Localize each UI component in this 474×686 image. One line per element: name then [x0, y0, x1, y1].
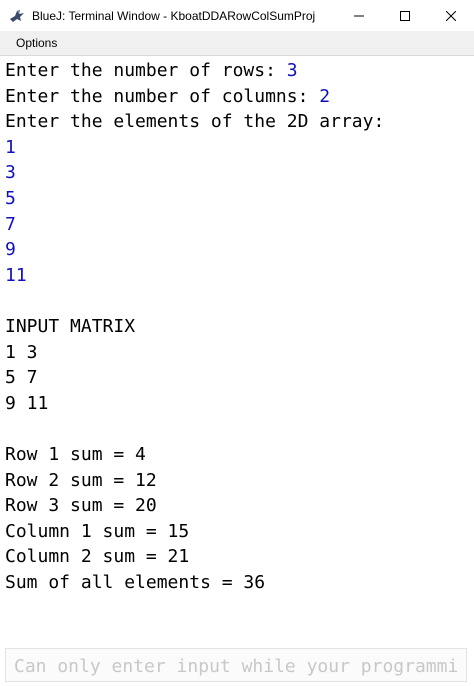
user-input-value: 9: [5, 239, 16, 261]
terminal-window: BlueJ: Terminal Window - KboatDDARowColS…: [0, 0, 474, 686]
result-line: Row 1 sum = 4: [5, 443, 146, 465]
title-bar[interactable]: BlueJ: Terminal Window - KboatDDARowColS…: [0, 0, 474, 31]
result-line: Column 1 sum = 15: [5, 520, 190, 542]
maximize-button[interactable]: [382, 0, 428, 31]
user-input-value: 5: [5, 187, 16, 209]
user-input-value: 7: [5, 213, 16, 235]
result-line: Row 3 sum = 20: [5, 495, 157, 517]
menu-options[interactable]: Options: [16, 36, 57, 50]
output-line: Enter the elements of the 2D array:: [5, 111, 385, 133]
matrix-row: 5 7: [5, 367, 38, 389]
matrix-header: INPUT MATRIX: [5, 315, 136, 337]
output-line: Enter the number of rows: 3: [5, 58, 474, 84]
maximize-icon: [400, 10, 410, 21]
input-placeholder: Can only enter input while your programm…: [14, 656, 459, 677]
prompt-text: Enter the number of columns:: [5, 85, 320, 107]
user-input-value: 3: [286, 60, 298, 81]
matrix-row: 9 11: [5, 392, 49, 414]
result-line: Column 2 sum = 21: [5, 546, 190, 568]
user-input-value: 2: [319, 85, 331, 107]
window-controls: [336, 0, 474, 31]
result-line: Row 2 sum = 12: [5, 469, 157, 491]
menu-bar: Options: [0, 31, 474, 56]
window-title: BlueJ: Terminal Window - KboatDDARowColS…: [32, 8, 316, 23]
minimize-button[interactable]: [336, 0, 382, 31]
prompt-text: Enter the number of rows:: [5, 60, 287, 81]
user-input-value: 11: [5, 264, 27, 286]
output-line: Enter the number of columns: 2: [5, 84, 474, 110]
matrix-row: 1 3: [5, 341, 38, 363]
user-input-value: 3: [5, 162, 16, 184]
terminal-input-field[interactable]: Can only enter input while your programm…: [5, 648, 467, 682]
minimize-icon: [354, 15, 364, 16]
close-button[interactable]: [428, 0, 474, 31]
terminal-output[interactable]: Enter the number of rows: 3 Enter the nu…: [0, 56, 474, 646]
result-line: Sum of all elements = 36: [5, 571, 266, 593]
close-icon: [446, 10, 456, 21]
user-input-value: 1: [5, 136, 16, 158]
bluej-bird-icon: [8, 7, 26, 25]
